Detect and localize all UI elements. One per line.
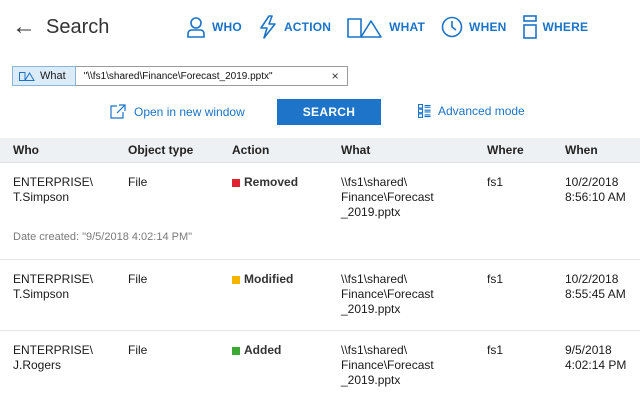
- nav-action-label: ACTION: [283, 20, 332, 34]
- action-status-square-icon: [232, 347, 240, 355]
- table-row[interactable]: ENTERPRISE\ T.Simpson File Modified \\fs…: [0, 259, 640, 317]
- action-badge: Removed: [232, 175, 298, 190]
- cell-when: 10/2/2018 8:56:10 AM: [565, 174, 626, 204]
- back-arrow-icon: ←: [12, 13, 36, 40]
- cell-object-type: File: [128, 343, 148, 357]
- external-window-icon: [110, 104, 126, 119]
- person-icon: [187, 17, 205, 38]
- action-status-square-icon: [232, 178, 240, 187]
- server-icon: [522, 15, 537, 39]
- action-label: Removed: [244, 174, 299, 189]
- advanced-mode-label: Advanced mode: [438, 104, 525, 118]
- nav-action[interactable]: ACTION: [258, 12, 331, 42]
- cell-where: fs1: [487, 343, 504, 357]
- advanced-mode-icon: [418, 104, 431, 118]
- back-button[interactable]: ← Search: [12, 15, 109, 39]
- cell-when: 10/2/2018 8:55:45 AM: [565, 271, 626, 301]
- table-row[interactable]: ENTERPRISE\ J.Rogers File Added \\fs1\sh…: [0, 331, 640, 389]
- nav-when-label: WHEN: [469, 20, 507, 34]
- cell-action: Removed: [219, 162, 328, 220]
- nav-what-label: WHAT: [389, 20, 426, 34]
- cell-action: Added: [219, 331, 328, 389]
- column-header-who[interactable]: Who: [0, 138, 115, 163]
- column-header-what[interactable]: What: [328, 138, 474, 163]
- clear-filter-icon[interactable]: ×: [332, 69, 339, 83]
- results-table: Who Object type Action What Where When E…: [0, 138, 640, 388]
- cell-where: fs1: [487, 174, 504, 189]
- object-icon: [347, 18, 382, 38]
- what-filter-label: What: [40, 70, 66, 82]
- table-header-row: Who Object type Action What Where When: [0, 138, 640, 163]
- cell-when: 9/5/2018 4:02:14 PM: [565, 343, 627, 372]
- actions-row: Open in new window SEARCH Advanced mode: [0, 98, 640, 126]
- row-divider: [0, 316, 640, 331]
- date-created-note: Date created: "9/5/2018 4:02:14 PM": [0, 219, 640, 260]
- cell-who: ENTERPRISE\ T.Simpson: [13, 271, 94, 301]
- column-header-where[interactable]: Where: [474, 138, 552, 163]
- open-in-new-window-link[interactable]: Open in new window: [110, 104, 245, 119]
- search-category-nav: WHO ACTION WHAT WHEN WHERE: [186, 12, 604, 42]
- filter-row: What "\\fs1\shared\Finance\Forecast_2019…: [12, 66, 348, 86]
- action-badge: Modified: [232, 272, 293, 287]
- cell-what: \\fs1\shared\ Finance\Forecast _2019.ppt…: [341, 174, 434, 219]
- nav-who[interactable]: WHO: [186, 12, 242, 42]
- cell-object-type: File: [128, 174, 148, 189]
- table-row[interactable]: ENTERPRISE\ T.Simpson File Removed \\fs1…: [0, 162, 640, 220]
- nav-when[interactable]: WHEN: [441, 12, 506, 42]
- what-filter-query: "\\fs1\shared\Finance\Forecast_2019.pptx…: [83, 70, 273, 82]
- nav-what[interactable]: WHAT: [347, 12, 425, 42]
- cell-who: ENTERPRISE\ J.Rogers: [13, 343, 94, 372]
- column-header-action[interactable]: Action: [219, 138, 328, 163]
- open-in-new-window-label: Open in new window: [134, 104, 245, 119]
- page-title: Search: [46, 15, 110, 38]
- column-header-when[interactable]: When: [552, 138, 640, 163]
- what-filter-chip[interactable]: What: [12, 66, 76, 86]
- cell-action: Modified: [219, 259, 328, 317]
- action-label: Added: [244, 343, 282, 357]
- nav-who-label: WHO: [212, 20, 242, 34]
- table-row-details: Date created: "9/5/2018 4:02:14 PM": [0, 219, 640, 260]
- action-badge: Added: [232, 343, 281, 358]
- cell-object-type: File: [128, 271, 148, 286]
- what-filter-value[interactable]: "\\fs1\shared\Finance\Forecast_2019.pptx…: [75, 66, 348, 86]
- cell-what: \\fs1\shared\ Finance\Forecast _2019.ppt…: [341, 343, 434, 387]
- column-header-object-type[interactable]: Object type: [115, 138, 219, 163]
- advanced-mode-link[interactable]: Advanced mode: [418, 104, 525, 118]
- nav-where-label: WHERE: [542, 20, 589, 34]
- cell-what: \\fs1\shared\ Finance\Forecast _2019.ppt…: [341, 271, 434, 316]
- cell-who: ENTERPRISE\ T.Simpson: [13, 174, 94, 204]
- nav-where[interactable]: WHERE: [522, 12, 589, 42]
- cell-where: fs1: [487, 271, 504, 286]
- search-button[interactable]: SEARCH: [277, 99, 381, 125]
- clock-icon: [441, 16, 463, 38]
- top-bar: ← Search WHO ACTION WHAT WHEN WHERE: [0, 0, 640, 54]
- lightning-icon: [260, 15, 276, 39]
- action-label: Modified: [244, 271, 294, 286]
- object-icon: [19, 72, 35, 81]
- action-status-square-icon: [232, 275, 240, 284]
